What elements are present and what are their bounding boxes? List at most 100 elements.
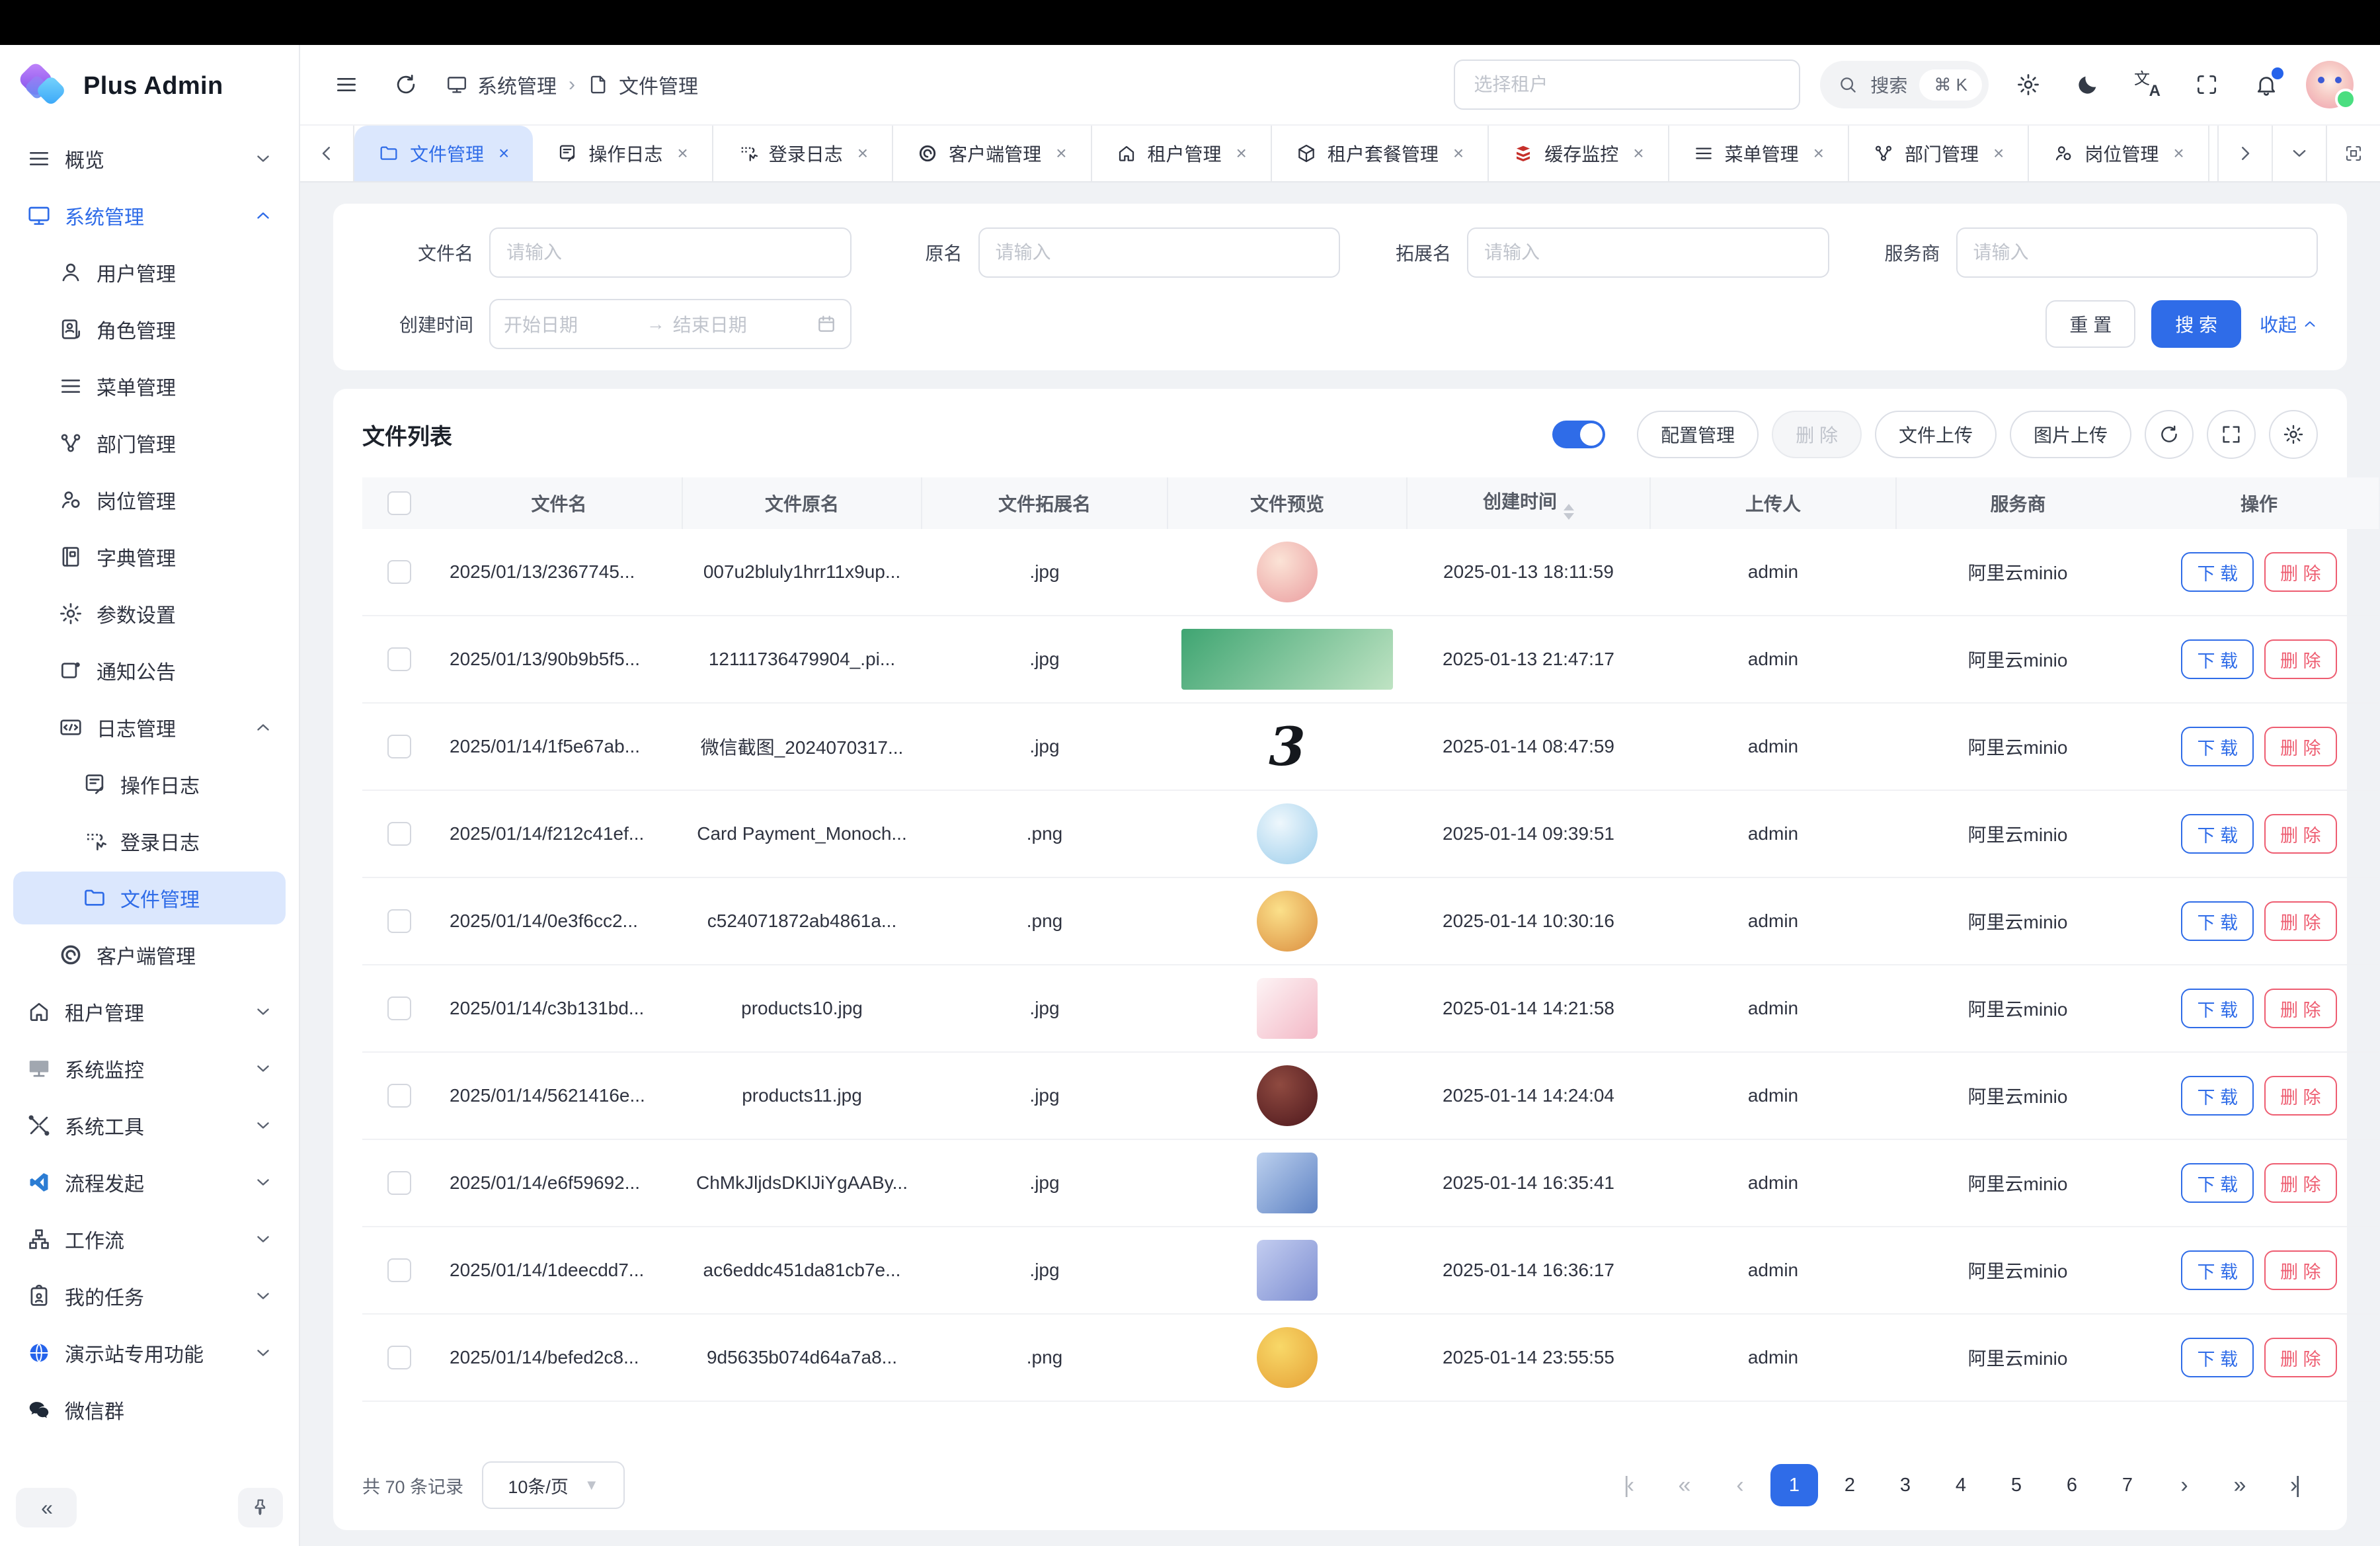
delete-button[interactable]: 删 除 <box>2264 1338 2337 1377</box>
breadcrumb-item-system[interactable]: 系统管理 <box>446 70 557 99</box>
delete-button[interactable]: 删 除 <box>2264 639 2337 679</box>
close-icon[interactable]: × <box>857 143 868 164</box>
sidebar-item-参数设置[interactable]: 参数设置 <box>13 587 286 640</box>
select-all-checkbox[interactable] <box>387 491 411 515</box>
sidebar-item-通知公告[interactable]: 通知公告 <box>13 644 286 697</box>
sidebar-item-菜单管理[interactable]: 菜单管理 <box>13 360 286 413</box>
sidebar-item-文件管理[interactable]: 文件管理 <box>13 872 286 924</box>
file-preview-image[interactable] <box>1257 891 1318 952</box>
close-icon[interactable]: × <box>1993 143 2004 164</box>
close-icon[interactable]: × <box>1236 143 1247 164</box>
tabs-dropdown-button[interactable] <box>2272 126 2326 181</box>
global-search-button[interactable]: 搜索 ⌘ K <box>1820 61 1989 108</box>
language-button[interactable]: 文A <box>2127 65 2167 104</box>
batch-delete-button[interactable]: 删 除 <box>1772 411 1862 458</box>
reset-button[interactable]: 重 置 <box>2045 300 2135 348</box>
close-icon[interactable]: × <box>2173 143 2184 164</box>
close-icon[interactable]: × <box>1813 143 1824 164</box>
tab-登录日志[interactable]: 登录日志× <box>713 126 893 181</box>
tenant-select-input[interactable] <box>1471 73 1783 97</box>
refresh-page-button[interactable] <box>386 65 426 104</box>
sidebar-item-岗位管理[interactable]: 岗位管理 <box>13 473 286 526</box>
download-button[interactable]: 下 载 <box>2181 814 2254 854</box>
page-button-2[interactable]: 2 <box>1826 1464 1874 1506</box>
download-button[interactable]: 下 载 <box>2181 1076 2254 1116</box>
download-button[interactable]: 下 载 <box>2181 552 2254 592</box>
search-button[interactable]: 搜 索 <box>2151 300 2241 348</box>
sidebar-collapse-button[interactable]: « <box>16 1488 77 1527</box>
row-checkbox[interactable] <box>387 822 411 846</box>
tab-字典管理[interactable]: 字典管理× <box>2209 126 2217 181</box>
sort-icon[interactable] <box>1564 504 1574 520</box>
column-header-created[interactable]: 创建时间 <box>1407 477 1650 529</box>
tabs-scroll-left-button[interactable] <box>300 126 354 181</box>
collapse-filters-link[interactable]: 收起 <box>2260 311 2318 337</box>
sidebar-item-概览[interactable]: 概览 <box>13 132 286 185</box>
page-button-1[interactable]: 1 <box>1770 1464 1818 1506</box>
file-upload-button[interactable]: 文件上传 <box>1875 411 1997 458</box>
delete-button[interactable]: 删 除 <box>2264 1250 2337 1290</box>
sidebar-item-微信群[interactable]: 微信群 <box>13 1383 286 1436</box>
tabs-scroll-right-button[interactable] <box>2217 126 2272 181</box>
next-page-button[interactable]: › <box>2159 1464 2207 1506</box>
breadcrumb-item-file[interactable]: 文件管理 <box>587 70 698 99</box>
sidebar-item-工作流[interactable]: 工作流 <box>13 1213 286 1266</box>
sidebar-pin-button[interactable] <box>238 1488 283 1527</box>
sidebar-item-日志管理[interactable]: 日志管理 <box>13 701 286 754</box>
row-checkbox[interactable] <box>387 997 411 1020</box>
dark-mode-button[interactable] <box>2068 65 2108 104</box>
fullscreen-button[interactable] <box>2187 65 2227 104</box>
table-fullscreen-button[interactable] <box>2207 410 2256 459</box>
notifications-button[interactable] <box>2246 65 2286 104</box>
row-checkbox[interactable] <box>387 1171 411 1195</box>
list-toggle-switch[interactable] <box>1552 421 1605 448</box>
prev-5-pages-button[interactable]: « <box>1659 1464 1707 1506</box>
tab-缓存监控[interactable]: 缓存监控× <box>1489 126 1669 181</box>
file-preview-image[interactable] <box>1257 803 1318 864</box>
settings-button[interactable] <box>2008 65 2048 104</box>
tab-客户端管理[interactable]: 客户端管理× <box>893 126 1091 181</box>
tab-操作日志[interactable]: 操作日志× <box>533 126 713 181</box>
sidebar-item-系统工具[interactable]: 系统工具 <box>13 1099 286 1152</box>
row-checkbox[interactable] <box>387 1346 411 1369</box>
file-preview-image[interactable] <box>1257 1153 1318 1213</box>
file-preview-image[interactable] <box>1257 1327 1318 1388</box>
page-button-3[interactable]: 3 <box>1882 1464 1929 1506</box>
sidebar-item-角色管理[interactable]: 角色管理 <box>13 303 286 356</box>
date-range-picker[interactable]: 开始日期 → 结束日期 <box>489 299 852 349</box>
close-icon[interactable]: × <box>1633 143 1644 164</box>
page-button-4[interactable]: 4 <box>1937 1464 1985 1506</box>
tab-文件管理[interactable]: 文件管理× <box>354 126 533 181</box>
last-page-button[interactable]: ›| <box>2270 1464 2318 1506</box>
close-icon[interactable]: × <box>498 143 509 164</box>
row-checkbox[interactable] <box>387 647 411 671</box>
config-management-button[interactable]: 配置管理 <box>1637 411 1759 458</box>
download-button[interactable]: 下 载 <box>2181 989 2254 1028</box>
download-button[interactable]: 下 载 <box>2181 1338 2254 1377</box>
hamburger-menu-button[interactable] <box>327 65 366 104</box>
sidebar-item-客户端管理[interactable]: 客户端管理 <box>13 928 286 981</box>
download-button[interactable]: 下 载 <box>2181 1250 2254 1290</box>
close-icon[interactable]: × <box>1056 143 1066 164</box>
row-checkbox[interactable] <box>387 1258 411 1282</box>
first-page-button[interactable]: |‹ <box>1604 1464 1651 1506</box>
sidebar-item-系统管理[interactable]: 系统管理 <box>13 189 286 242</box>
delete-button[interactable]: 删 除 <box>2264 1163 2337 1203</box>
row-checkbox[interactable] <box>387 1084 411 1108</box>
user-avatar[interactable] <box>2306 61 2354 108</box>
file-preview-image[interactable] <box>1181 629 1393 690</box>
sidebar-item-我的任务[interactable]: 我的任务 <box>13 1270 286 1322</box>
tab-租户管理[interactable]: 租户管理× <box>1092 126 1272 181</box>
page-size-select[interactable]: 10条/页 ▼ <box>482 1461 625 1509</box>
image-upload-button[interactable]: 图片上传 <box>2010 411 2131 458</box>
page-button-6[interactable]: 6 <box>2048 1464 2096 1506</box>
file-preview-image[interactable] <box>1257 542 1318 602</box>
download-button[interactable]: 下 载 <box>2181 639 2254 679</box>
sidebar-item-演示站专用功能[interactable]: 演示站专用功能 <box>13 1326 286 1379</box>
delete-button[interactable]: 删 除 <box>2264 901 2337 941</box>
delete-button[interactable]: 删 除 <box>2264 1076 2337 1116</box>
tenant-select[interactable] <box>1454 60 1800 110</box>
tab-岗位管理[interactable]: 岗位管理× <box>2029 126 2209 181</box>
sidebar-item-流程发起[interactable]: 流程发起 <box>13 1156 286 1209</box>
tab-租户套餐管理[interactable]: 租户套餐管理× <box>1272 126 1489 181</box>
